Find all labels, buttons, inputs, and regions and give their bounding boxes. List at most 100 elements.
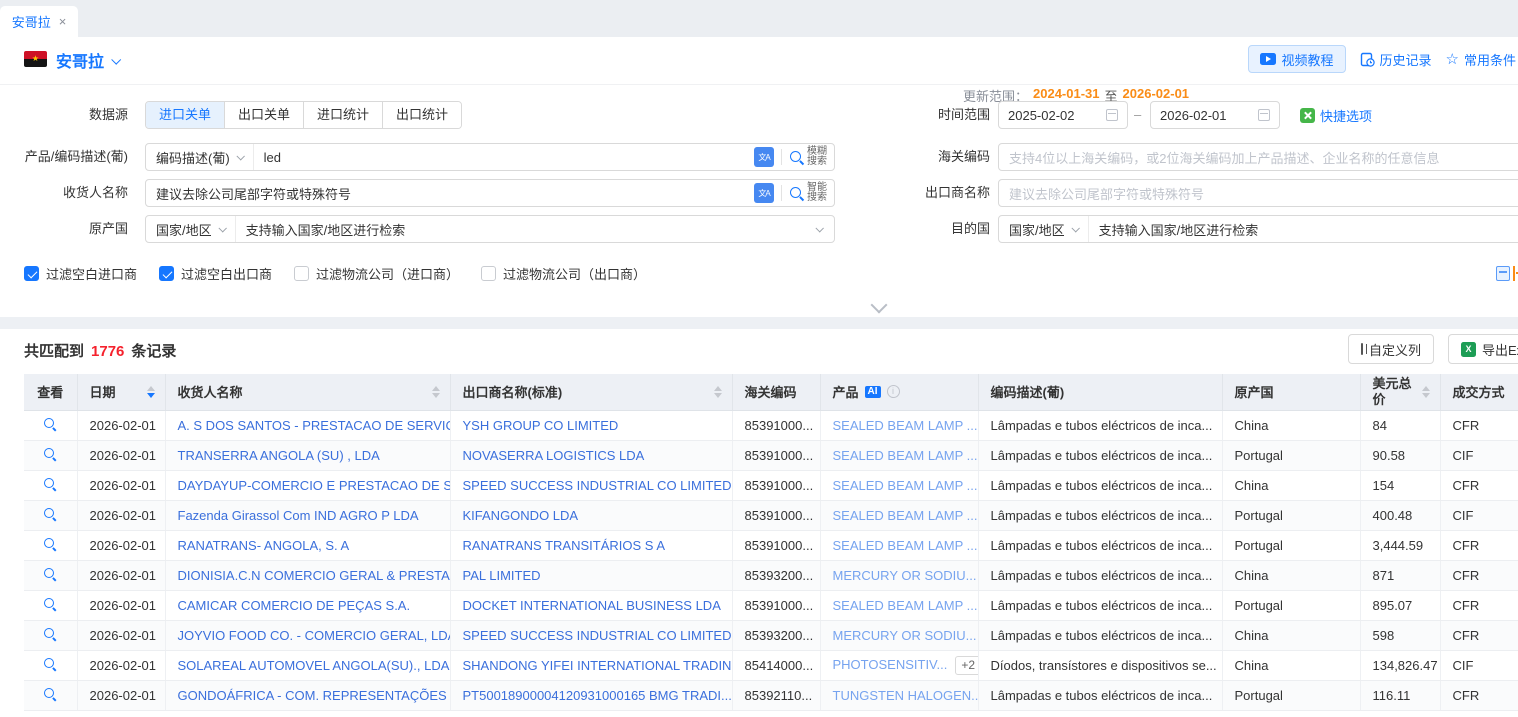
sort-icon[interactable] [432,386,440,398]
collapse-filters-chevron[interactable] [871,297,888,314]
product-link[interactable]: SEALED BEAM LAMP ... [833,538,978,553]
consignee-link[interactable]: DAYDAYUP-COMERCIO E PRESTACAO DE S... [165,470,450,500]
product-search-input[interactable]: led [254,150,754,165]
origin-region-select[interactable]: 国家/地区 [146,216,236,242]
consignee-link[interactable]: DIONISIA.C.N COMERCIO GERAL & PRESTA... [165,560,450,590]
fuzzy-search-button[interactable]: 模糊搜索 [789,147,829,167]
datasource-tab[interactable]: 进口统计 [303,102,382,128]
view-cell[interactable] [24,500,77,530]
product-field-select[interactable]: 编码描述(葡) [146,144,254,170]
product-link[interactable]: SEALED BEAM LAMP ... [833,418,978,433]
view-record-icon[interactable] [43,687,57,701]
product-link[interactable]: MERCURY OR SODIU... [833,568,977,583]
exporter-link[interactable]: YSH GROUP CO LIMITED [450,410,732,440]
exporter-link[interactable]: NOVASERRA LOGISTICS LDA [450,440,732,470]
product-link[interactable]: SEALED BEAM LAMP ... [833,508,978,523]
translate-icon[interactable] [754,183,774,203]
consignee-link[interactable]: Fazenda Girassol Com IND AGRO P LDA [165,500,450,530]
view-cell[interactable] [24,620,77,650]
product-cell[interactable]: MERCURY OR SODIU... [820,620,978,650]
end-date-input[interactable]: 2026-02-01 [1150,101,1280,129]
checkbox-checked-icon[interactable] [24,266,39,281]
product-link[interactable]: SEALED BEAM LAMP ... [833,448,978,463]
sort-icon[interactable] [1422,386,1430,398]
exporter-link[interactable]: PT50018900004120931000165 BMG TRADI... [450,680,732,710]
exporter-link[interactable]: DOCKET INTERNATIONAL BUSINESS LDA [450,590,732,620]
product-more-badge[interactable]: +2 [955,656,978,675]
product-cell[interactable]: SEALED BEAM LAMP ... [820,590,978,620]
view-cell[interactable] [24,530,77,560]
product-cell[interactable]: SEALED BEAM LAMP ... [820,440,978,470]
view-record-icon[interactable] [43,507,57,521]
product-cell[interactable]: SEALED BEAM LAMP ... [820,530,978,560]
product-cell[interactable]: TUNGSTEN HALOGEN... [820,680,978,710]
quick-options-button[interactable]: 快捷选项 [1300,101,1372,129]
view-record-icon[interactable] [43,657,57,671]
product-cell[interactable]: PHOTOSENSITIV... +2 [820,650,978,680]
filter-checkbox[interactable]: 过滤空白进口商 [24,264,137,283]
video-tutorial-button[interactable]: 视频教程 [1248,45,1346,73]
consignee-link[interactable]: GONDOÁFRICA - COM. REPRESENTAÇÕES ... [165,680,450,710]
product-cell[interactable]: MERCURY OR SODIU... [820,560,978,590]
consignee-link[interactable]: TRANSERRA ANGOLA (SU) , LDA [165,440,450,470]
destination-region-select[interactable]: 国家/地区 [999,216,1089,242]
consignee-link[interactable]: A. S DOS SANTOS - PRESTACAO DE SERVIC... [165,410,450,440]
view-cell[interactable] [24,650,77,680]
view-cell[interactable] [24,590,77,620]
info-icon[interactable] [887,385,900,398]
view-record-icon[interactable] [43,447,57,461]
datasource-tab[interactable]: 进口关单 [146,102,224,128]
col-date[interactable]: 日期 [77,374,165,410]
tab-angola[interactable]: 安哥拉 × [0,6,78,37]
product-cell[interactable]: SEALED BEAM LAMP ... [820,410,978,440]
datasource-tab[interactable]: 出口关单 [224,102,303,128]
product-link[interactable]: MERCURY OR SODIU... [833,628,977,643]
exporter-link[interactable]: SPEED SUCCESS INDUSTRIAL CO LIMITED [450,470,732,500]
consignee-input[interactable]: 建议去除公司尾部字符或特殊符号 [146,184,754,203]
sort-icon[interactable] [714,386,722,398]
consignee-link[interactable]: CAMICAR COMERCIO DE PEÇAS S.A. [165,590,450,620]
checkbox-unchecked-icon[interactable] [294,266,309,281]
hs-code-input[interactable]: 支持4位以上海关编码，或2位海关编码加上产品描述、企业名称的任意信息 [998,143,1518,171]
view-record-icon[interactable] [43,627,57,641]
view-cell[interactable] [24,410,77,440]
view-record-icon[interactable] [43,417,57,431]
view-cell[interactable] [24,440,77,470]
view-record-icon[interactable] [43,597,57,611]
country-selector[interactable]: 安哥拉 [56,48,119,72]
customize-columns-button[interactable]: 自定义列 [1348,334,1434,364]
filter-checkbox[interactable]: 过滤物流公司（出口商） [481,264,646,283]
view-cell[interactable] [24,680,77,710]
checkbox-checked-icon[interactable] [159,266,174,281]
exporter-link[interactable]: PAL LIMITED [450,560,732,590]
col-consignee[interactable]: 收货人名称 [165,374,450,410]
tab-close-icon[interactable]: × [59,14,67,29]
start-date-input[interactable]: 2025-02-02 [998,101,1128,129]
product-link[interactable]: PHOTOSENSITIV... [833,657,948,672]
exporter-link[interactable]: KIFANGONDO LDA [450,500,732,530]
view-record-icon[interactable] [43,477,57,491]
product-link[interactable]: TUNGSTEN HALOGEN... [833,688,979,703]
exporter-link[interactable]: RANATRANS TRANSITÁRIOS S A [450,530,732,560]
favorites-button[interactable]: ☆ 常用条件 [1446,50,1516,69]
col-exporter[interactable]: 出口商名称(标准) [450,374,732,410]
consignee-link[interactable]: SOLAREAL AUTOMOVEL ANGOLA(SU)., LDA [165,650,450,680]
exporter-input[interactable]: 建议去除公司尾部字符或特殊符号 [998,179,1518,207]
destination-country-input[interactable]: 支持输入国家/地区进行检索 [1089,220,1518,239]
smart-search-button[interactable]: 智能搜索 [789,183,829,203]
view-cell[interactable] [24,560,77,590]
product-link[interactable]: SEALED BEAM LAMP ... [833,478,978,493]
consignee-link[interactable]: JOYVIO FOOD CO. - COMERCIO GERAL, LDA [165,620,450,650]
checkbox-unchecked-icon[interactable] [481,266,496,281]
view-record-icon[interactable] [43,537,57,551]
exporter-link[interactable]: SHANDONG YIFEI INTERNATIONAL TRADIN... [450,650,732,680]
product-cell[interactable]: SEALED BEAM LAMP ... [820,500,978,530]
translate-icon[interactable] [754,147,774,167]
exporter-link[interactable]: SPEED SUCCESS INDUSTRIAL CO LIMITED [450,620,732,650]
view-record-icon[interactable] [43,567,57,581]
datasource-tab[interactable]: 出口统计 [382,102,461,128]
consignee-link[interactable]: RANATRANS- ANGOLA, S. A [165,530,450,560]
filter-checkbox[interactable]: 过滤物流公司（进口商） [294,264,459,283]
product-link[interactable]: SEALED BEAM LAMP ... [833,598,978,613]
save-condition-icon[interactable] [1496,266,1510,281]
